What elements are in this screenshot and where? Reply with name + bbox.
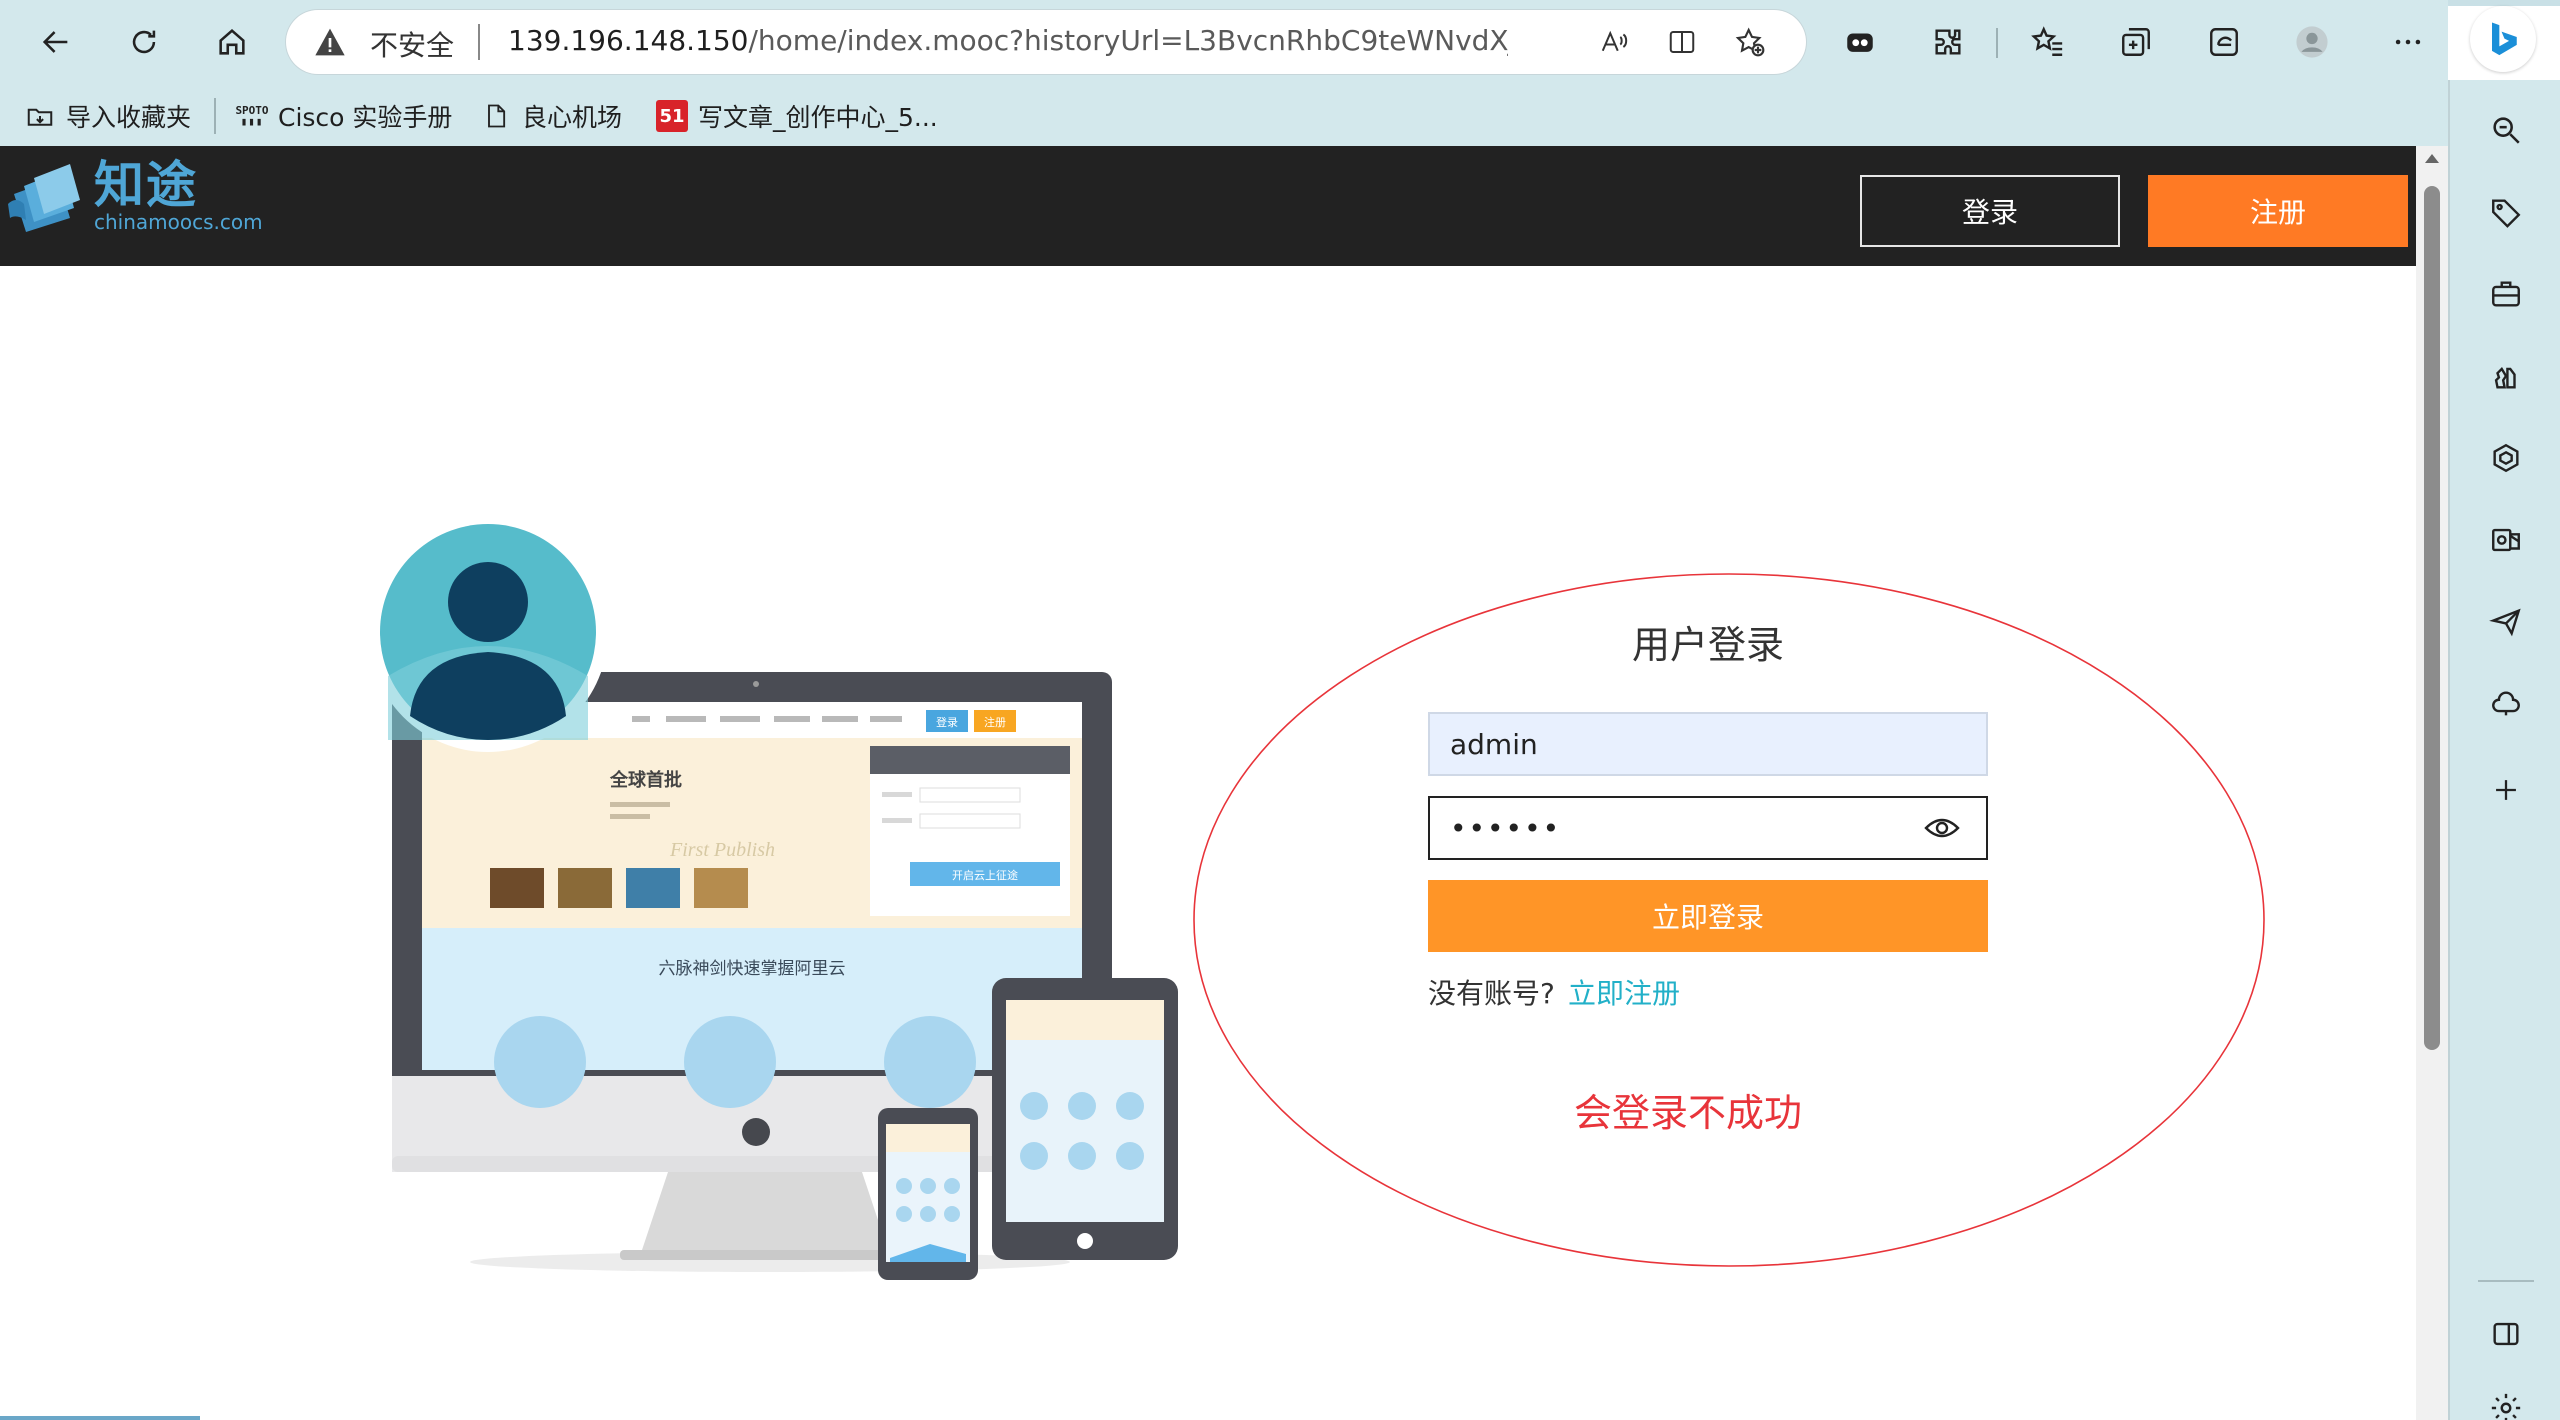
security-label[interactable]: 不安全 [370,24,454,64]
screen-banner-text: 六脉神剑快速掌握阿里云 [659,959,846,978]
toolbar-divider [1996,28,1998,58]
page-load-indicator [0,1416,200,1420]
edge-sidebar [2448,80,2560,1420]
logo-books-icon [8,164,80,232]
page-icon [480,100,512,132]
login-title: 用户登录 [1631,623,1784,667]
tools-briefcase-icon[interactable] [2478,266,2534,322]
annotation-text: 会登录不成功 [1573,1091,1802,1135]
scroll-up-arrow[interactable] [2425,154,2439,163]
outlook-icon[interactable] [2478,512,2534,568]
page-scrollbar[interactable] [2416,146,2448,1420]
settings-gear-icon[interactable] [2478,1380,2534,1420]
screen-headline: 全球首批 [609,769,682,790]
bookmark-import-favorites[interactable]: 导入收藏夹 [24,96,191,136]
profile-avatar-icon[interactable] [2284,14,2340,70]
shopping-tag-icon[interactable] [2478,184,2534,240]
back-icon[interactable] [28,14,84,70]
bookmark-51cto[interactable]: 51 写文章_创作中心_5... [656,96,938,136]
page-viewport: 知途 chinamoocs.com 登录 注册 登录 注册 全球首批 First… [0,146,2448,1420]
browser-toolbar: 不安全 139.196.148.150/home/index.mooc?hist… [0,0,2448,86]
no-account-text: 没有账号? [1428,977,1555,1010]
extension-face-icon[interactable] [1832,14,1888,70]
split-screen-icon[interactable] [1662,24,1702,60]
site-logo[interactable]: 知途 chinamoocs.com [8,160,263,232]
show-password-eye-icon[interactable] [1924,814,1960,842]
bookmark-divider [214,98,216,134]
url-text[interactable]: 139.196.148.150/home/index.mooc?historyU… [508,24,1508,57]
username-input[interactable]: admin [1428,712,1988,776]
bookmark-cisco[interactable]: SPOTO ▮▮▮ Cisco 实验手册 [235,96,452,136]
extensions-icon[interactable] [1920,14,1976,70]
sidebar-divider [2478,1280,2534,1282]
screen-form-button: 开启云上征途 [952,868,1018,882]
bing-copilot-icon[interactable] [2470,6,2536,72]
bookmarks-bar: 导入收藏夹 SPOTO ▮▮▮ Cisco 实验手册 良心机场 51 写文章_创… [0,86,2448,146]
read-aloud-icon[interactable] [1594,24,1634,60]
header-register-button[interactable]: 注册 [2148,175,2408,247]
cloud-icon[interactable] [2478,676,2534,732]
header-login-button[interactable]: 登录 [1860,175,2120,247]
spoto-site-icon: SPOTO ▮▮▮ [235,104,269,128]
address-divider [478,24,480,60]
hide-sidebar-icon[interactable] [2478,1306,2534,1362]
address-bar[interactable]: 不安全 139.196.148.150/home/index.mooc?hist… [286,10,1806,74]
devices-illustration: 登录 注册 全球首批 First Publish 开启云上征途 六脉神剑快速掌握… [370,512,1178,1280]
add-icon[interactable] [2478,762,2534,818]
favorites-icon[interactable] [2020,14,2076,70]
password-input[interactable]: •••••• [1428,796,1988,860]
screen-nav-login: 登录 [936,715,958,729]
site-51-icon: 51 [656,100,688,132]
office-icon[interactable] [2478,430,2534,486]
screen-nav-register: 注册 [984,715,1006,729]
logo-name: 知途 [94,156,198,214]
collections-icon[interactable] [2108,14,2164,70]
games-icon[interactable] [2478,348,2534,404]
send-icon[interactable] [2478,594,2534,650]
warning-icon[interactable] [314,26,346,58]
scroll-thumb[interactable] [2424,186,2440,1050]
logo-domain: chinamoocs.com [94,210,263,234]
refresh-icon[interactable] [116,14,172,70]
register-now-link[interactable]: 立即注册 [1568,972,1680,1012]
svg-text:First Publish: First Publish [669,839,775,861]
bookmark-liangxin[interactable]: 良心机场 [480,96,622,136]
import-favorites-icon [24,100,56,132]
add-favorite-icon[interactable] [1730,24,1770,60]
more-menu-icon[interactable] [2380,14,2436,70]
search-icon[interactable] [2478,102,2534,158]
home-icon[interactable] [204,14,260,70]
login-submit-button[interactable]: 立即登录 [1428,880,1988,952]
browser-essentials-icon[interactable] [2196,14,2252,70]
site-header: 知途 chinamoocs.com 登录 注册 [0,146,2416,266]
